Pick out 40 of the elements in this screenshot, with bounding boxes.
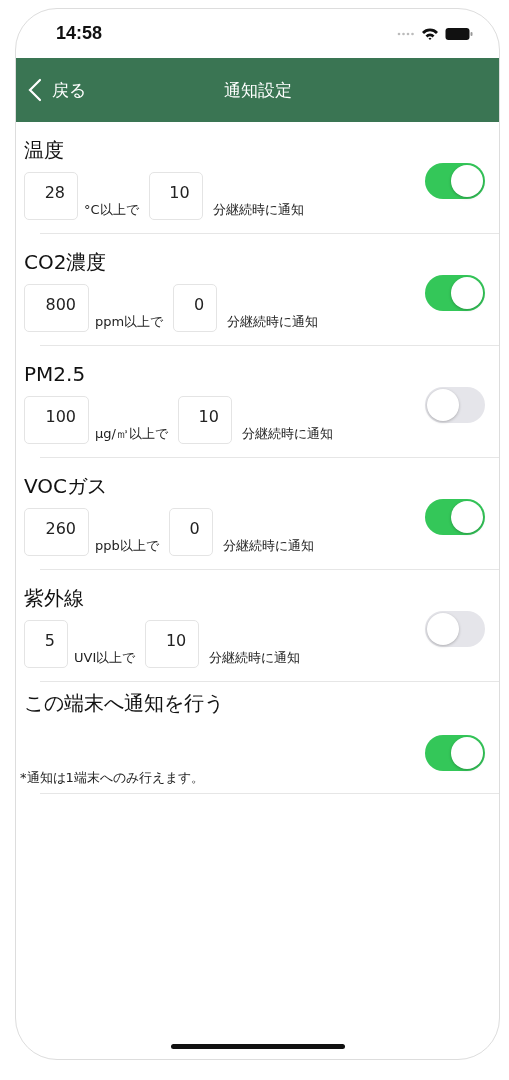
setting-title: CO2濃度 [24, 248, 108, 276]
setting-title: 温度 [24, 136, 65, 164]
duration-field[interactable]: 10 [177, 395, 232, 444]
note-text: *通知は1端末へのみ行えます。 [20, 769, 204, 785]
duration-label: 分継続時に通知 [222, 536, 314, 555]
toggle-switch[interactable] [425, 610, 485, 647]
toggle-switch[interactable] [425, 498, 485, 535]
toggle-switch[interactable] [425, 734, 485, 771]
setting-title: PM2.5 [24, 360, 87, 388]
duration-field[interactable]: 10 [145, 619, 200, 668]
duration-field[interactable]: 0 [168, 507, 213, 556]
chevron-left-icon [28, 78, 42, 102]
unit-label: ppm以上で [95, 312, 164, 331]
signal-icon [397, 31, 415, 36]
setting-title: この端末へ通知を行う [24, 689, 225, 717]
unit-label: μg/㎥以上で [95, 424, 168, 443]
nav-title: 通知設定 [223, 78, 292, 102]
threshold-field[interactable]: 28 [24, 171, 78, 220]
duration-label: 分継続時に通知 [212, 200, 304, 219]
unit-label: °C以上で [84, 200, 139, 219]
setting-title: VOCガス [24, 472, 109, 500]
unit-label: UVI以上で [74, 648, 136, 667]
threshold-field[interactable]: 800 [24, 283, 89, 332]
status-time: 14:58 [56, 23, 103, 44]
battery-icon [445, 26, 473, 41]
duration-label: 分継続時に通知 [227, 312, 319, 331]
threshold-field[interactable]: 100 [24, 395, 89, 444]
back-button[interactable]: 戻る [16, 74, 92, 106]
duration-label: 分継続時に通知 [241, 424, 333, 443]
threshold-field[interactable]: 5 [24, 619, 68, 668]
wifi-icon [421, 26, 439, 41]
unit-label: ppb以上で [95, 536, 159, 555]
toggle-switch[interactable] [425, 274, 485, 311]
setting-title: 紫外線 [24, 584, 85, 612]
threshold-field[interactable]: 260 [24, 507, 89, 556]
duration-field[interactable]: 0 [173, 283, 218, 332]
toggle-switch[interactable] [425, 386, 485, 423]
duration-label: 分継続時に通知 [209, 648, 301, 667]
toggle-switch[interactable] [425, 162, 485, 199]
duration-field[interactable]: 10 [148, 171, 203, 220]
